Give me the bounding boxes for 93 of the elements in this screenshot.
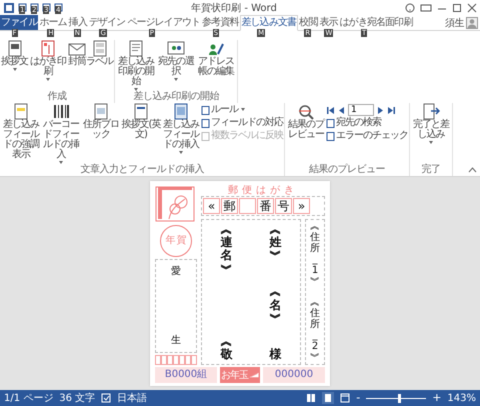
avatar-icon[interactable] [466,16,478,28]
ribbon-button[interactable]: エラーのチェック [326,130,408,142]
ribbon-tab[interactable]: はがき宛名面印刷 [338,15,414,30]
caret-icon [134,88,138,91]
zoom-slider-thumb[interactable] [398,394,402,402]
collapse-ribbon-icon[interactable] [468,165,477,174]
postal-code-box: 郵 [221,198,238,214]
read-mode-icon[interactable] [306,393,316,403]
recipient-name-field: 様 [270,348,282,361]
ribbon-tab[interactable]: ページレイアウト [126,15,202,30]
ribbon-button[interactable]: 宛先の検索 [326,117,408,129]
people-icon [167,40,185,57]
caret-icon [241,108,245,111]
file-tab[interactable]: ファイル [0,15,38,30]
caret-icon [59,161,63,164]
last-record-icon[interactable] [387,106,396,114]
label-sheet-icon [90,40,108,57]
ribbon-tab[interactable]: 校閲 [298,15,318,30]
recipient-name-field: ︽連名︾ [220,223,232,276]
group-label: 文章入力とフィールドの挿入 [79,164,205,176]
postcard-icon [39,40,57,57]
previous-record-icon[interactable] [337,106,346,114]
ribbon-button[interactable]: はがき印刷 [28,40,68,81]
caret-icon [429,141,433,144]
zoom-in-button[interactable]: + [432,392,442,404]
close-icon[interactable] [467,2,477,12]
ribbon-button[interactable]: 住所ブロック [81,103,121,140]
ribbon-button[interactable]: 宛先の選択 [156,40,196,81]
ribbon-tab[interactable]: ホーム [38,15,68,30]
word-count[interactable]: 36 文字 [59,391,96,405]
postal-code-box: « [203,198,220,214]
postal-code-box: » [293,198,310,214]
ribbon-button[interactable]: フィールドの対応 [201,117,283,129]
group-label: 差し込み印刷の開始 [132,91,220,103]
page-count[interactable]: 1/1 ページ [4,391,54,405]
first-record-icon[interactable] [326,106,335,114]
zoom-level[interactable]: 143% [447,392,476,404]
document-arrow-icon [422,103,440,120]
lottery-number: 000000 [263,367,325,383]
user-name[interactable]: 須生 [445,16,464,30]
address-field: ︽住所_2︾ [310,297,320,363]
caret-icon [46,78,50,81]
recipient-name-field: ︽敬 [220,334,232,361]
ribbon-button[interactable]: 完了と差し込み [411,103,451,144]
zoom-out-button[interactable]: - [356,392,360,404]
ribbon-button[interactable]: ルール [201,104,283,116]
ribbon-tab[interactable]: 表示 [318,15,339,30]
maximize-icon[interactable] [452,2,462,12]
proofing-icon[interactable] [101,393,112,403]
ribbon-tab[interactable]: 参考資料 [201,15,240,30]
ribbon-button[interactable]: ラベル [86,40,113,67]
window-title: 年賀状印刷 - Word [190,2,278,14]
address-field: ︽住所_1︾ [310,221,320,287]
barcode-icon [52,103,70,120]
group-label: 作成 [46,91,68,103]
sender-field: 生 [171,335,181,346]
help-icon[interactable] [405,2,415,12]
ribbon-tab[interactable]: デザイン [88,15,126,30]
recipient-name-field: ︽姓︾ [270,223,282,263]
sender-field: 愛 [171,266,181,277]
magnifier-icon [297,103,315,120]
ribbon-button[interactable]: バーコードフィールドの挿入 [41,103,81,164]
caret-icon [174,78,178,81]
ribbon-button[interactable]: 挨拶文 [1,40,28,71]
ribbon-tab[interactable]: 差し込み文書 [240,15,298,31]
caret-icon [12,68,16,71]
ribbon-button[interactable]: 差し込みフィールドの強調表示 [1,103,41,160]
print-layout-icon[interactable] [322,392,334,404]
postal-code-box: 番 [257,198,274,214]
postcard-heading: 郵便はがき [227,185,299,196]
language-indicator[interactable]: 日本語 [117,391,148,405]
caret-icon [179,151,183,154]
ribbon-button[interactable]: 差し込みフィールドの挿入 [161,103,201,154]
ribbon-tab[interactable]: 挿入 [68,15,88,30]
record-number-field[interactable]: 1 [348,104,374,116]
group-label: 結果のプレビュー [308,164,386,176]
ribbon-display-icon[interactable] [420,2,432,12]
group-label: 完了 [420,164,442,176]
ribbon-button[interactable]: アドレス帳の編集 [196,40,236,77]
lottery-group-number: B0000組 [155,367,217,383]
postmark-text: 年 [166,236,176,246]
web-layout-icon[interactable] [340,393,350,403]
recipient-name-field: ︽名︾ [270,285,282,325]
next-record-icon[interactable] [376,106,385,114]
postmark-text: 賀 [176,236,186,246]
ribbon-button[interactable]: 結果のプレビュー [286,103,326,140]
ribbon-button[interactable]: 挨拶文(英文) [121,103,161,140]
postal-code-box: 号 [275,198,292,214]
lottery-ticket-drawing: お年玉 [220,367,260,383]
postal-code-box [239,198,256,214]
ribbon-button[interactable]: 差し込み印刷の開始 [116,40,156,91]
ribbon-button[interactable]: 封筒 [68,40,86,67]
stamp-drawing [155,185,195,223]
